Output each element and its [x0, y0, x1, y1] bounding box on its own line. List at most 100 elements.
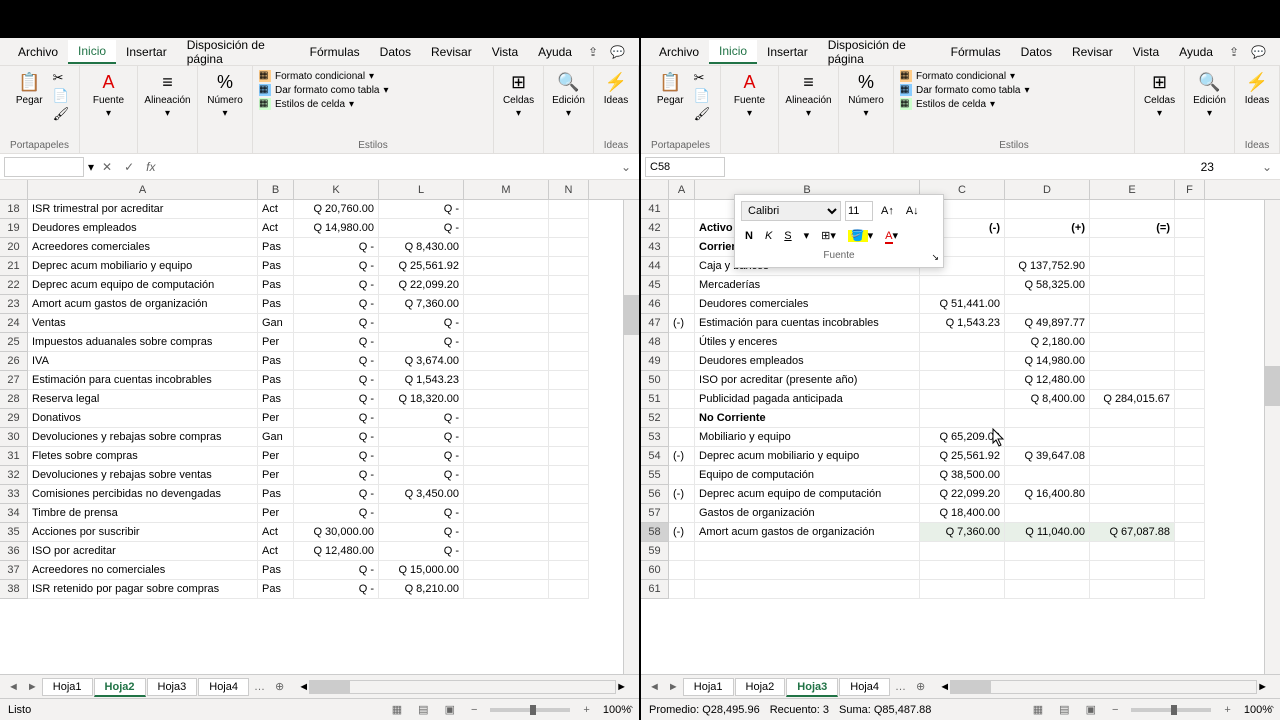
cell[interactable] [464, 352, 549, 371]
cell[interactable]: Q 284,015.67 [1090, 390, 1175, 409]
column-header[interactable]: E [1090, 180, 1175, 199]
cell[interactable] [549, 504, 589, 523]
cell[interactable]: Q - [294, 257, 379, 276]
row-header[interactable]: 57 [641, 504, 669, 523]
cell[interactable]: Deudores empleados [695, 352, 920, 371]
cell[interactable]: Pas [258, 352, 294, 371]
conditional-format-button[interactable]: ▦Formato condicional ▾ [900, 70, 1128, 82]
menu-formulas[interactable]: Fórmulas [941, 41, 1011, 63]
row-header[interactable]: 43 [641, 238, 669, 257]
comments-icon[interactable]: 💬 [1245, 41, 1272, 63]
cell[interactable]: Amort acum gastos de organización [28, 295, 258, 314]
cell[interactable]: Q 16,400.80 [1005, 485, 1090, 504]
zoom-in-icon[interactable]: + [1221, 704, 1233, 716]
expand-formula-icon[interactable]: ⌄ [617, 160, 635, 174]
row-header[interactable]: 33 [0, 485, 28, 504]
cell[interactable]: Q 20,760.00 [294, 200, 379, 219]
cell[interactable] [1005, 428, 1090, 447]
cell[interactable]: Q 22,099.20 [379, 276, 464, 295]
cell[interactable] [464, 238, 549, 257]
cell[interactable]: Q - [294, 390, 379, 409]
menu-datos[interactable]: Datos [1011, 41, 1062, 63]
cell[interactable] [920, 371, 1005, 390]
menu-archivo[interactable]: Archivo [649, 41, 709, 63]
cell[interactable]: (-) [669, 447, 695, 466]
cell[interactable]: Q 1,543.23 [379, 371, 464, 390]
column-header[interactable]: F [1175, 180, 1205, 199]
cell[interactable]: Per [258, 504, 294, 523]
cell[interactable] [1090, 314, 1175, 333]
cell[interactable]: Q - [294, 561, 379, 580]
cell[interactable] [464, 333, 549, 352]
cell[interactable] [1005, 580, 1090, 599]
cell[interactable] [920, 352, 1005, 371]
cell[interactable] [1005, 466, 1090, 485]
cell[interactable]: Q 14,980.00 [294, 219, 379, 238]
cell[interactable] [549, 523, 589, 542]
enter-icon[interactable]: ✓ [120, 160, 138, 174]
row-header[interactable]: 38 [0, 580, 28, 599]
left-grid[interactable]: ABKLMN 18ISR trimestral por acreditarAct… [0, 180, 639, 674]
cell[interactable] [1090, 466, 1175, 485]
cell[interactable]: Q - [379, 409, 464, 428]
row-header[interactable]: 24 [0, 314, 28, 333]
cell[interactable] [920, 580, 1005, 599]
cell[interactable]: Deprec acum mobiliario y equipo [695, 447, 920, 466]
cell[interactable] [1090, 485, 1175, 504]
cell[interactable]: Deprec acum mobiliario y equipo [28, 257, 258, 276]
cell[interactable]: Q 15,000.00 [379, 561, 464, 580]
cell[interactable] [1005, 295, 1090, 314]
menu-revisar[interactable]: Revisar [1062, 41, 1123, 63]
collapse-ribbon-icon[interactable]: ⌃ [627, 705, 635, 716]
cell[interactable] [549, 371, 589, 390]
cell[interactable] [669, 390, 695, 409]
font-group-button[interactable]: AFuente▾ [728, 70, 771, 121]
cell[interactable] [1090, 504, 1175, 523]
column-header[interactable]: A [669, 180, 695, 199]
cell[interactable]: ISO por acreditar (presente año) [695, 371, 920, 390]
zoom-out-icon[interactable]: − [468, 704, 480, 716]
row-header[interactable]: 32 [0, 466, 28, 485]
menu-insertar[interactable]: Insertar [116, 41, 177, 63]
italic-button[interactable]: K [761, 228, 776, 244]
row-header[interactable]: 29 [0, 409, 28, 428]
cell[interactable] [920, 333, 1005, 352]
cell[interactable] [464, 276, 549, 295]
cell[interactable] [1090, 409, 1175, 428]
row-header[interactable]: 25 [0, 333, 28, 352]
paste-button[interactable]: 📋Pegar [651, 70, 690, 108]
menu-revisar[interactable]: Revisar [421, 41, 482, 63]
cell[interactable] [1090, 352, 1175, 371]
cell[interactable] [549, 485, 589, 504]
cell[interactable] [669, 504, 695, 523]
alignment-group-button[interactable]: ≡Alineación▾ [779, 70, 837, 121]
cell[interactable] [1175, 333, 1205, 352]
cell[interactable] [464, 257, 549, 276]
cell[interactable]: Q - [294, 485, 379, 504]
cell[interactable] [920, 561, 1005, 580]
cell[interactable]: Per [258, 409, 294, 428]
cell[interactable] [1175, 257, 1205, 276]
row-header[interactable]: 28 [0, 390, 28, 409]
cell[interactable] [1175, 561, 1205, 580]
column-header[interactable]: A [28, 180, 258, 199]
cell[interactable]: No Corriente [695, 409, 920, 428]
cell[interactable]: (-) [669, 314, 695, 333]
cell[interactable]: Q - [379, 542, 464, 561]
cell[interactable] [549, 390, 589, 409]
cell[interactable]: Q - [294, 333, 379, 352]
cell[interactable]: Per [258, 466, 294, 485]
name-box[interactable] [645, 157, 725, 177]
cell[interactable]: Q - [379, 428, 464, 447]
decrease-font-icon[interactable]: A↓ [902, 203, 923, 219]
cell[interactable]: Q 25,561.92 [920, 447, 1005, 466]
menu-ayuda[interactable]: Ayuda [1169, 41, 1223, 63]
cell[interactable]: Q 8,400.00 [1005, 390, 1090, 409]
cell[interactable]: Q 49,897.77 [1005, 314, 1090, 333]
cell[interactable]: Q 14,980.00 [1005, 352, 1090, 371]
cell[interactable]: Act [258, 523, 294, 542]
menu-disposicion[interactable]: Disposición de página [177, 34, 300, 70]
zoom-out-icon[interactable]: − [1109, 704, 1121, 716]
cell[interactable]: Mercaderías [695, 276, 920, 295]
horizontal-scrollbar[interactable]: ◄► [939, 680, 1268, 694]
